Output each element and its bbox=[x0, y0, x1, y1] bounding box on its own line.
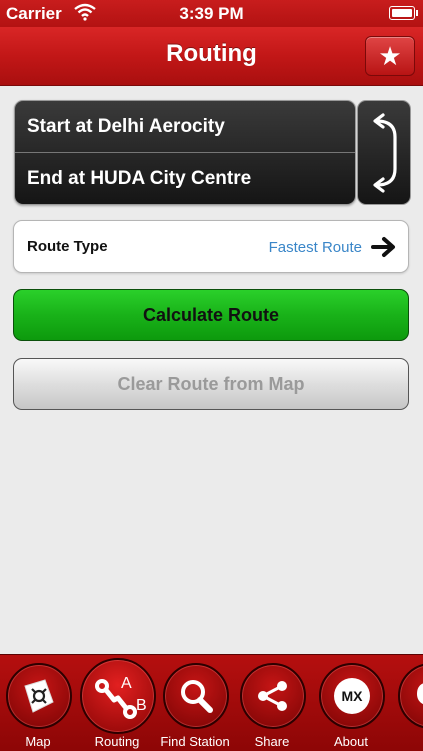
tab-label: Routing bbox=[94, 734, 140, 749]
route-type-selector[interactable]: Route Type Fastest Route bbox=[13, 220, 409, 273]
tab-label: About bbox=[334, 734, 368, 749]
tab-label: Find Station bbox=[160, 734, 230, 749]
route-stations-panel: Start at Delhi Aerocity End at HUDA City… bbox=[14, 100, 356, 205]
svg-text:B: B bbox=[136, 697, 147, 714]
tab-share[interactable]: Share bbox=[232, 655, 312, 751]
tab-about[interactable]: MX About bbox=[311, 655, 391, 751]
swap-stations-button[interactable] bbox=[357, 100, 411, 205]
clock-label: 3:39 PM bbox=[179, 4, 244, 23]
status-bar: Carrier 3:39 PM bbox=[0, 0, 423, 27]
navigation-bar: Routing ★ bbox=[0, 27, 423, 86]
tab-bar: Map A B Routing Find Station Share MX Ab… bbox=[0, 654, 423, 751]
help-icon bbox=[417, 683, 423, 712]
magnifier-icon bbox=[181, 680, 213, 713]
tab-label: H bbox=[390, 734, 423, 749]
tab-help[interactable]: H bbox=[390, 655, 423, 751]
page-title: Routing bbox=[166, 40, 257, 67]
calculate-route-button[interactable]: Calculate Route bbox=[13, 289, 409, 341]
route-type-label: Route Type bbox=[27, 238, 108, 255]
battery-icon bbox=[389, 6, 418, 20]
routing-icon: A B bbox=[95, 675, 147, 719]
map-icon bbox=[24, 679, 54, 713]
start-station-field[interactable]: Start at Delhi Aerocity bbox=[15, 101, 355, 152]
end-station-field[interactable]: End at HUDA City Centre bbox=[15, 153, 355, 204]
favorites-button[interactable]: ★ bbox=[365, 36, 415, 76]
arrow-right-icon bbox=[371, 236, 397, 263]
swap-arrows-icon bbox=[373, 112, 397, 193]
clear-route-button[interactable]: Clear Route from Map bbox=[13, 358, 409, 410]
share-icon bbox=[258, 681, 287, 711]
tab-label: Map bbox=[25, 734, 51, 749]
star-icon: ★ bbox=[378, 40, 402, 71]
route-type-value: Fastest Route bbox=[268, 239, 362, 256]
tab-find-station[interactable]: Find Station bbox=[155, 655, 235, 751]
mx-logo-icon: MX bbox=[334, 678, 370, 714]
tab-routing[interactable]: A B Routing bbox=[77, 655, 157, 751]
svg-text:A: A bbox=[121, 675, 132, 692]
tab-label: Share bbox=[254, 734, 290, 749]
tab-map[interactable]: Map bbox=[0, 655, 78, 751]
